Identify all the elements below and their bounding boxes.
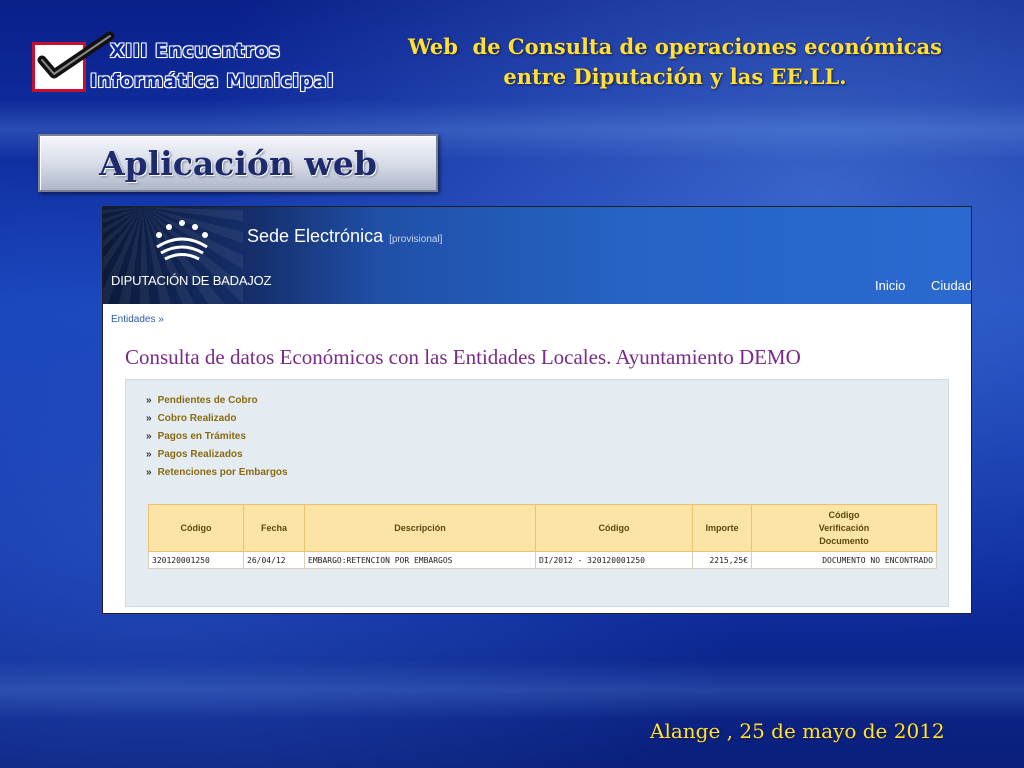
nav-inicio[interactable]: Inicio bbox=[875, 278, 905, 293]
col-header-codigo-verificacion: Código Verificación Documento bbox=[751, 504, 937, 552]
table-header-row: Código Fecha Descripción Código Importe … bbox=[148, 504, 937, 552]
menu-item-label: Cobro Realizado bbox=[157, 413, 237, 424]
table-row[interactable]: 320120001250 26/04/12 EMBARGO:RETENCION … bbox=[148, 551, 937, 569]
cell-fecha: 26/04/12 bbox=[243, 551, 305, 569]
section-title-box: Aplicación web bbox=[38, 134, 438, 192]
menu-arrow-icon: » bbox=[146, 449, 152, 460]
col-header-line: Verificación bbox=[818, 522, 870, 533]
site-header: Sede Electrónica [provisional] DIPUTACIÓN… bbox=[103, 207, 971, 304]
col-header-line: Documento bbox=[819, 535, 869, 546]
web-app-screenshot: Sede Electrónica [provisional] DIPUTACIÓN… bbox=[102, 206, 972, 614]
page-title: Consulta de datos Económicos con las Ent… bbox=[125, 345, 801, 369]
col-header-importe: Importe bbox=[692, 504, 752, 552]
menu-item-label: Retenciones por Embargos bbox=[157, 467, 288, 478]
cell-codigo: 320120001250 bbox=[148, 551, 244, 569]
logo-text-line1: XIII Encuentros bbox=[110, 40, 281, 62]
menu-item-retenciones-embargos[interactable]: » Retenciones por Embargos bbox=[146, 464, 288, 482]
site-tag: [provisional] bbox=[389, 234, 443, 245]
diputacion-emblem-icon bbox=[156, 220, 208, 261]
encuentros-logo: XIII Encuentros Informática Municipal bbox=[32, 31, 333, 100]
site-title: Sede Electrónica [provisional] bbox=[247, 226, 442, 247]
header-title-line2: entre Diputación y las EE.LL. bbox=[503, 64, 847, 89]
section-title: Aplicación web bbox=[99, 143, 377, 183]
content-panel: » Pendientes de Cobro » Cobro Realizado » P… bbox=[125, 379, 949, 607]
cell-descripcion: EMBARGO:RETENCION POR EMBARGOS bbox=[304, 551, 536, 569]
menu-arrow-icon: » bbox=[146, 413, 152, 424]
menu-item-pagos-tramites[interactable]: » Pagos en Trámites bbox=[146, 428, 288, 446]
menu-arrow-icon: » bbox=[146, 467, 152, 478]
col-header-line: Código bbox=[828, 509, 860, 520]
menu-item-label: Pagos en Trámites bbox=[157, 431, 246, 442]
breadcrumb[interactable]: Entidades » bbox=[111, 314, 164, 325]
cell-verificacion: DOCUMENTO NO ENCONTRADO bbox=[751, 551, 937, 569]
menu-arrow-icon: » bbox=[146, 431, 152, 442]
menu-item-label: Pagos Realizados bbox=[157, 449, 243, 460]
menu-item-pagos-realizados[interactable]: » Pagos Realizados bbox=[146, 446, 288, 464]
col-header-fecha: Fecha bbox=[243, 504, 305, 552]
site-title-text: Sede Electrónica bbox=[247, 226, 384, 246]
logo-text-line2: Informática Municipal bbox=[90, 70, 334, 92]
menu-item-pendientes-cobro[interactable]: » Pendientes de Cobro bbox=[146, 392, 288, 410]
operations-table: Código Fecha Descripción Código Importe … bbox=[148, 504, 937, 569]
menu-arrow-icon: » bbox=[146, 395, 152, 406]
col-header-descripcion: Descripción bbox=[304, 504, 536, 552]
menu-item-label: Pendientes de Cobro bbox=[157, 395, 258, 406]
slide-footer: Alange , 25 de mayo de 2012 bbox=[650, 719, 945, 743]
site-organization: DIPUTACIÓN DE BADAJOZ bbox=[111, 273, 272, 288]
background-band-bottom bbox=[0, 660, 1024, 720]
nav-ciudadano[interactable]: Ciudada bbox=[931, 278, 971, 293]
cell-codigo-2: DI/2012 - 320120001250 bbox=[535, 551, 693, 569]
header-title-line1: Web de Consulta de operaciones económica… bbox=[407, 34, 943, 59]
menu-item-cobro-realizado[interactable]: » Cobro Realizado bbox=[146, 410, 288, 428]
col-header-codigo: Código bbox=[148, 504, 244, 552]
col-header-codigo-2: Código bbox=[535, 504, 693, 552]
cell-importe: 2215,25€ bbox=[692, 551, 752, 569]
slide-header-title: Web de Consulta de operaciones económica… bbox=[360, 32, 990, 92]
operations-menu: » Pendientes de Cobro » Cobro Realizado » P… bbox=[146, 392, 288, 482]
